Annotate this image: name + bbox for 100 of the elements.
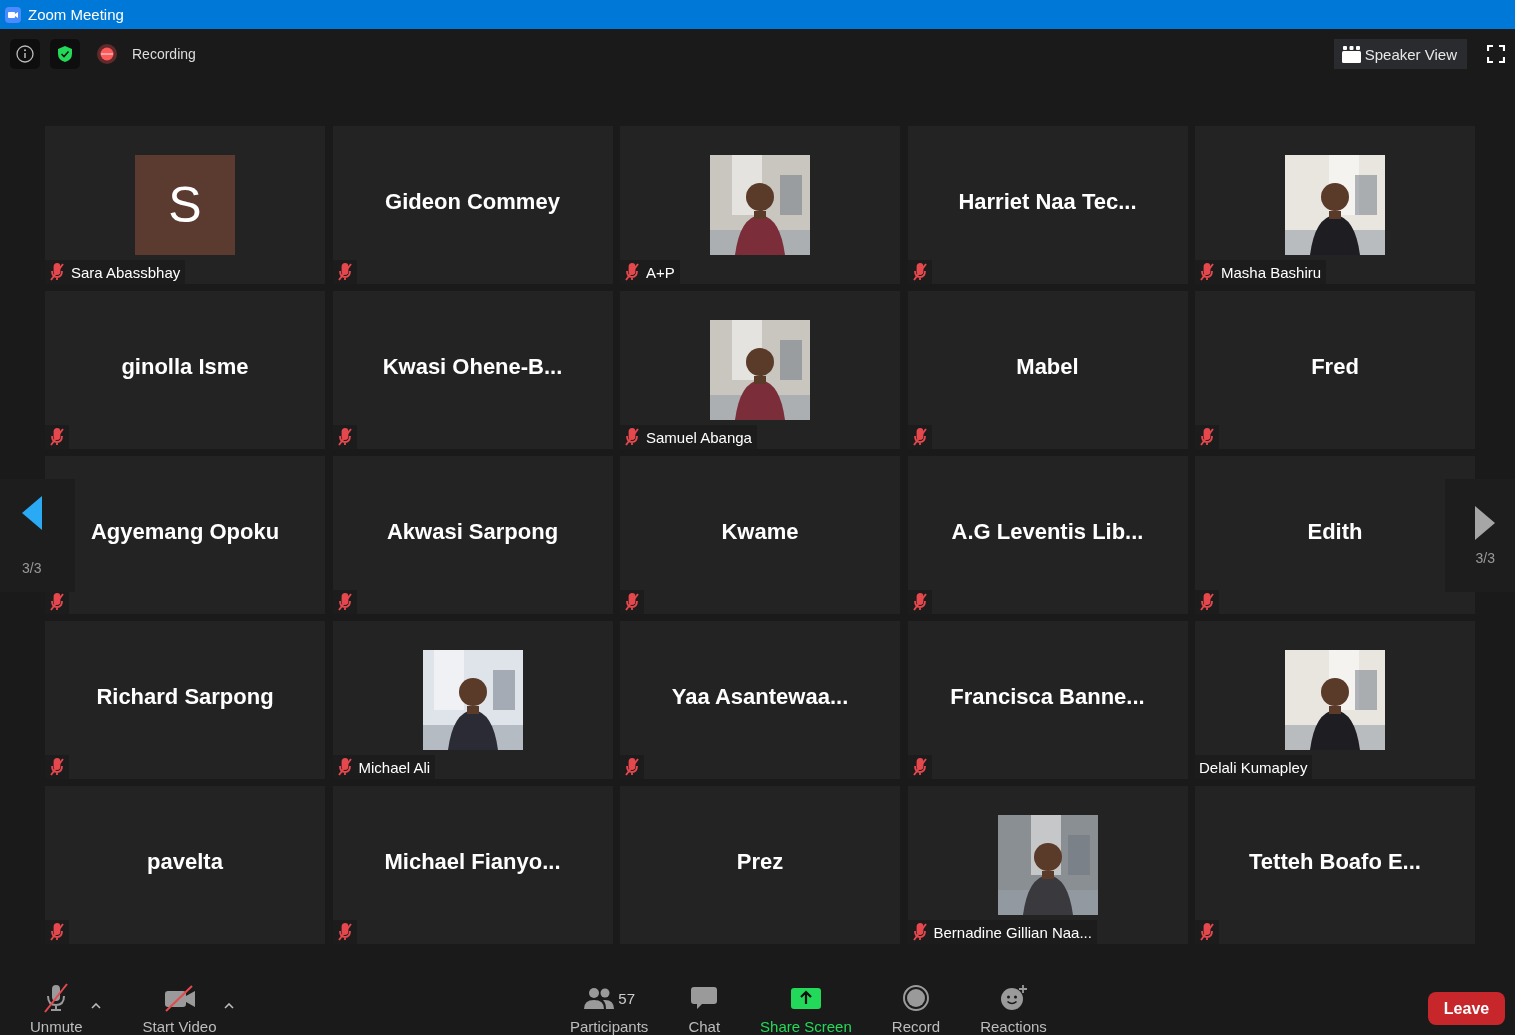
reactions-icon <box>998 984 1029 1012</box>
participant-name: Akwasi Sarpong <box>386 519 559 545</box>
name-label: Delali Kumapley <box>1195 755 1313 779</box>
video-tile[interactable]: Delali Kumapley <box>1195 621 1475 779</box>
video-tile[interactable]: pavelta <box>45 786 325 944</box>
video-tile[interactable]: Harriet Naa Tec... <box>907 126 1188 284</box>
muted-mic-icon <box>624 758 640 776</box>
video-tile[interactable]: Prez <box>620 786 900 944</box>
participant-name: ginolla Isme <box>121 354 249 380</box>
previous-page-button[interactable] <box>22 495 42 530</box>
muted-mic-icon <box>336 593 353 611</box>
name-label: Michael Ali <box>332 755 436 779</box>
video-tile[interactable]: Tetteh Boafo E... <box>1195 786 1475 944</box>
video-tile[interactable]: Fred <box>1195 291 1475 449</box>
muted-mic-icon <box>1199 923 1215 941</box>
muted-mic-icon <box>336 428 353 446</box>
video-button[interactable]: Start Video <box>142 975 217 1035</box>
muted-mic-icon <box>49 263 65 281</box>
video-tile[interactable]: Akwasi Sarpong <box>332 456 613 614</box>
recording-dot-icon <box>96 43 118 65</box>
video-tile[interactable]: Michael Fianyo... <box>332 786 613 944</box>
participant-name: Yaa Asantewaa... <box>671 684 849 710</box>
video-tile[interactable]: Gideon Commey <box>332 126 613 284</box>
video-tile[interactable]: A.G Leventis Lib... <box>907 456 1188 614</box>
participant-name: Fred <box>1311 354 1359 380</box>
muted-mic-icon <box>336 758 353 776</box>
video-tile[interactable]: Kwame <box>620 456 900 614</box>
video-tile[interactable]: Richard Sarpong <box>45 621 325 779</box>
participant-name: Harriet Naa Tec... <box>958 189 1137 215</box>
video-tile[interactable]: Michael Ali <box>332 621 613 779</box>
shield-icon <box>57 45 73 63</box>
video-off-icon <box>162 983 197 1013</box>
name-label: Bernadine Gillian Naa... <box>907 920 1097 944</box>
video-tile[interactable]: Bernadine Gillian Naa... <box>907 786 1188 944</box>
participant-name: Kwasi Ohene-B... <box>382 354 563 380</box>
participant-name: pavelta <box>147 849 223 875</box>
muted-mic-icon <box>1199 263 1215 281</box>
muted-mic-icon <box>42 983 71 1013</box>
page-indicator: 3/3 <box>22 559 42 576</box>
muted-mic-icon <box>911 593 928 611</box>
video-tile[interactable]: Francisca Banne... <box>907 621 1188 779</box>
muted-mic-icon <box>1199 428 1215 446</box>
video-tile[interactable]: Yaa Asantewaa... <box>620 621 900 779</box>
fullscreen-icon[interactable] <box>1487 45 1505 63</box>
muted-mic-icon <box>911 263 928 281</box>
caret-icon[interactable] <box>90 1003 101 1009</box>
grid-view-icon <box>1341 45 1361 63</box>
participants-icon <box>583 986 616 1010</box>
muted-mic-icon <box>49 593 65 611</box>
muted-mic-icon <box>49 428 65 446</box>
security-button[interactable] <box>50 39 80 69</box>
participant-name: Agyemang Opoku <box>90 519 280 545</box>
participant-name: Michael Fianyo... <box>384 849 561 875</box>
video-tile[interactable]: Mabel <box>907 291 1188 449</box>
mic-button[interactable]: Unmute <box>30 975 83 1035</box>
video-tile[interactable]: Masha Bashiru <box>1195 126 1475 284</box>
participant-count: 57 <box>618 989 636 1007</box>
chat-icon <box>690 985 719 1011</box>
video-tile[interactable]: A+P <box>620 126 900 284</box>
participants-button[interactable]: 57 Participants <box>570 975 649 1035</box>
participant-name: Edith <box>1307 519 1363 545</box>
video-tile[interactable]: ginolla Isme <box>45 291 325 449</box>
video-tile[interactable]: S Sara Abassbhay <box>45 126 325 284</box>
name-label: Masha Bashiru <box>1195 260 1327 284</box>
muted-mic-icon <box>911 923 928 941</box>
participant-name: A.G Leventis Lib... <box>951 519 1144 545</box>
muted-mic-icon <box>1199 593 1215 611</box>
muted-mic-icon <box>624 263 640 281</box>
participant-name: Prez <box>736 849 784 875</box>
muted-mic-icon <box>911 428 928 446</box>
participant-name: Gideon Commey <box>385 189 560 215</box>
video-tile[interactable]: Kwasi Ohene-B... <box>332 291 613 449</box>
speaker-view-button[interactable]: Speaker View <box>1333 39 1467 69</box>
share-screen-icon <box>789 986 822 1010</box>
muted-mic-icon <box>911 758 928 776</box>
name-label: A+P <box>620 260 680 284</box>
leave-button[interactable]: Leave <box>1428 992 1505 1025</box>
page-indicator: 3/3 <box>1475 549 1495 566</box>
participant-name: Mabel <box>1016 354 1079 380</box>
muted-mic-icon <box>336 923 353 941</box>
record-button[interactable]: Record <box>891 975 941 1035</box>
info-button[interactable] <box>10 39 40 69</box>
app-icon <box>4 5 22 24</box>
participant-name: Francisca Banne... <box>950 684 1145 710</box>
name-label: Samuel Abanga <box>620 425 757 449</box>
video-tile[interactable]: Samuel Abanga <box>620 291 900 449</box>
share-button[interactable]: Share Screen <box>760 975 852 1035</box>
participant-name: Tetteh Boafo E... <box>1249 849 1421 875</box>
record-icon <box>901 984 930 1012</box>
video-tile[interactable]: Edith <box>1195 456 1475 614</box>
participant-name: Kwame <box>721 519 799 545</box>
participant-name: Richard Sarpong <box>96 684 274 710</box>
caret-icon[interactable] <box>224 1003 235 1009</box>
muted-mic-icon <box>624 593 640 611</box>
reactions-button[interactable]: Reactions <box>980 975 1047 1035</box>
chat-button[interactable]: Chat <box>688 975 721 1035</box>
muted-mic-icon <box>49 758 65 776</box>
window-title: Zoom Meeting <box>28 6 124 23</box>
recording-status: Recording <box>132 46 196 62</box>
video-tile[interactable]: Agyemang Opoku <box>45 456 325 614</box>
